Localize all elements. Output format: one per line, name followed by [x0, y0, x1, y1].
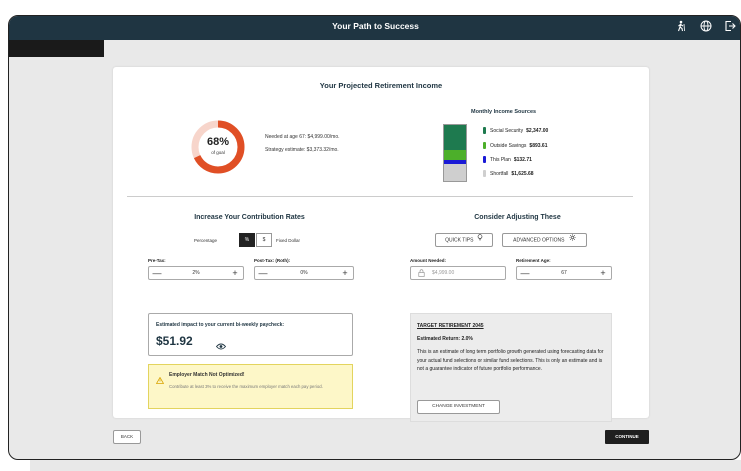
lightbulb-icon — [477, 234, 483, 246]
income-heading: Your Projected Retirement Income — [319, 81, 443, 90]
sources-heading: Monthly Income Sources — [471, 109, 537, 115]
retirement-age-stepper: — 67 + — [516, 266, 612, 280]
legend-swatch — [483, 127, 486, 134]
back-button[interactable]: BACK — [113, 430, 141, 444]
main-card: Your Projected Retirement Income 68% of … — [113, 67, 649, 422]
posttax-increment-button[interactable]: + — [337, 267, 353, 279]
employer-match-warning: Employer Match Not Optimized! Contribute… — [148, 364, 353, 409]
posttax-stepper: — 0% + — [254, 266, 354, 280]
retirement-age-label: Retirement Age: — [516, 258, 551, 263]
strategy-text: Strategy estimate: $3,373.32/mo. — [265, 147, 339, 153]
section-divider — [127, 196, 633, 197]
contribution-heading: Increase Your Contribution Rates — [194, 214, 305, 221]
pretax-increment-button[interactable]: + — [227, 267, 243, 279]
pretax-label: Pre-Tax: — [148, 258, 166, 263]
amount-needed-placeholder: $4,999.00 — [432, 270, 455, 276]
social-security-segment — [444, 125, 466, 150]
age-increment-button[interactable]: + — [595, 267, 611, 279]
target-description: This is an estimate of long term portfol… — [417, 349, 604, 372]
app-window: Your Path to Success Your Projected Reti… — [8, 15, 741, 460]
posttax-label: Post-Tax: (Roth): — [254, 258, 291, 263]
target-return: Estimated Return: 2.0% — [417, 336, 473, 342]
legend-shortfall: Shortfall $1,625.68 — [483, 170, 534, 177]
retirement-age-value[interactable]: 67 — [533, 267, 595, 279]
match-title-text: Employer Match Not Optimized! — [169, 372, 245, 378]
pretax-stepper: — 2% + — [148, 266, 244, 280]
impact-value: $51.92 — [156, 334, 193, 348]
age-decrement-button[interactable]: — — [517, 267, 533, 279]
advanced-options-button[interactable]: ADVANCED OPTIONS — [502, 233, 587, 247]
legend-swatch — [483, 170, 486, 177]
legend-swatch — [483, 142, 486, 149]
shortfall-segment — [444, 164, 466, 181]
logout-icon[interactable] — [723, 20, 737, 34]
target-retirement-panel: TARGET RETIREMENT 2045 Estimated Return:… — [410, 313, 612, 422]
globe-icon[interactable] — [699, 20, 713, 34]
dollar-toggle-button[interactable]: $ — [256, 233, 272, 247]
amount-needed-input[interactable]: $4,999.00 — [410, 266, 506, 280]
goal-percent: 68% — [206, 136, 230, 148]
gear-icon — [569, 234, 576, 246]
legend-this-plan: This Plan $132.71 — [483, 156, 532, 163]
percent-toggle-button[interactable]: % — [239, 233, 255, 247]
toggle-fixed-dollar-label: Fixed Dollar — [276, 238, 301, 243]
posttax-decrement-button[interactable]: — — [255, 267, 271, 279]
quick-tips-button[interactable]: QUICK TIPS — [435, 233, 493, 247]
top-bar: Your Path to Success — [9, 16, 740, 40]
income-stack-bar — [443, 124, 467, 182]
continue-button[interactable]: CONTINUE — [605, 430, 649, 444]
page-title: Your Path to Success — [332, 21, 419, 31]
legend-social-security: Social Security $2,347.00 — [483, 127, 548, 134]
outside-savings-segment — [444, 150, 466, 160]
hiker-icon[interactable] — [674, 20, 688, 34]
impact-label: Estimated impact to your current bi-week… — [156, 322, 285, 328]
legend-outside-savings: Outside Savings $893.61 — [483, 142, 548, 149]
needed-text: Needed at age 67: $4,999.00/mo. — [265, 134, 340, 140]
legend-swatch — [483, 156, 486, 163]
header-strip — [9, 40, 104, 57]
change-investment-button[interactable]: CHANGE INVESTMENT — [417, 400, 500, 414]
goal-caption: of goal — [211, 150, 225, 155]
target-title[interactable]: TARGET RETIREMENT 2045 — [417, 322, 484, 331]
amount-needed-label: Amount Needed: — [410, 258, 446, 263]
pretax-value[interactable]: 2% — [165, 267, 227, 279]
paycheck-impact-box: Estimated impact to your current bi-week… — [148, 313, 353, 356]
eye-icon[interactable] — [215, 337, 227, 355]
pretax-decrement-button[interactable]: — — [149, 267, 165, 279]
lock-icon — [418, 269, 425, 282]
toggle-percentage-label: Percentage — [194, 238, 218, 243]
match-body: Contribute at least 3% to receive the ma… — [169, 384, 323, 389]
posttax-value[interactable]: 0% — [271, 267, 337, 279]
warning-icon — [155, 371, 165, 389]
adjust-heading: Consider Adjusting These — [474, 214, 561, 221]
